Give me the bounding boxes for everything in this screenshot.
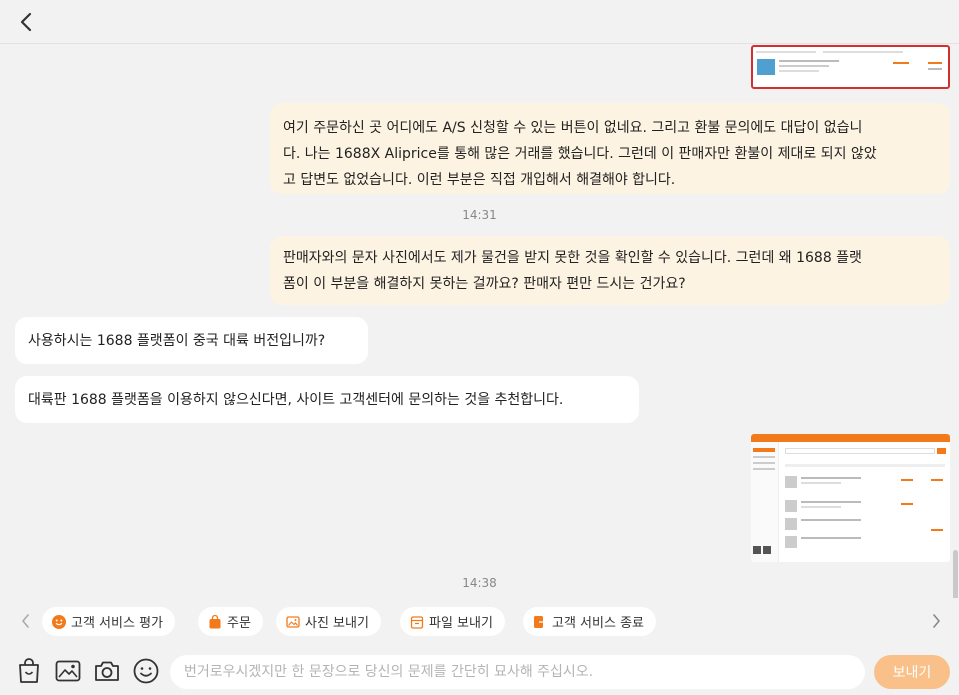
message-text-line: 다. 나는 1688X Aliprice를 통해 많은 거래를 했습니다. 그런…	[283, 146, 877, 162]
message-bubble-agent: 대륙판 1688 플랫폼을 이용하지 않으신다면, 사이트 고객센터에 문의하는…	[15, 376, 639, 423]
message-text-line: 사용하시는 1688 플랫폼이 중국 대륙 버전입니까?	[28, 333, 326, 349]
quick-action-label: 파일 보내기	[429, 616, 493, 631]
chat-messages[interactable]: 여기 주문하신 곳 어디에도 A/S 신청할 수 있는 버튼이 없네요. 그리고…	[0, 45, 959, 598]
message-image-order-screenshot[interactable]	[751, 45, 950, 89]
message-bubble-user: 판매자와의 문자 사진에서도 제가 물건을 받지 못한 것을 확인할 수 있습니…	[270, 236, 950, 305]
quick-action-label: 고객 서비스 평가	[71, 616, 163, 631]
quick-action-rate-service[interactable]: 고객 서비스 평가	[42, 607, 175, 636]
quick-actions-bar: 고객 서비스 평가 주문 사진 보내기 파일 보내기 고객 서비스 종료	[0, 598, 959, 644]
quick-action-label: 주문	[227, 616, 251, 631]
message-timestamp: 14:38	[462, 576, 497, 590]
quick-action-label: 사진 보내기	[305, 616, 369, 631]
order-tool-button[interactable]	[14, 656, 44, 686]
quick-action-order[interactable]: 주문	[198, 607, 263, 636]
send-button[interactable]: 보내기	[874, 655, 950, 689]
message-text-line: 고 답변도 없었습니다. 이런 부분은 직접 개입해서 해결해야 합니다.	[283, 172, 676, 188]
message-bubble-user: 여기 주문하신 곳 어디에도 A/S 신청할 수 있는 버튼이 없네요. 그리고…	[270, 103, 950, 194]
order-bag-icon	[19, 658, 39, 683]
message-input[interactable]	[170, 655, 865, 689]
camera-icon	[95, 661, 119, 681]
picture-icon	[55, 660, 81, 682]
scroll-left-button[interactable]	[16, 610, 36, 632]
scroll-right-button[interactable]	[926, 610, 946, 632]
composer-bar: 보내기	[0, 646, 959, 695]
exit-icon	[534, 615, 547, 628]
back-button[interactable]	[12, 8, 40, 36]
quick-action-end-service[interactable]: 고객 서비스 종료	[523, 607, 656, 636]
message-bubble-agent: 사용하시는 1688 플랫폼이 중국 대륙 버전입니까?	[15, 317, 368, 364]
quick-action-send-photo[interactable]: 사진 보내기	[276, 607, 381, 636]
picture-tool-button[interactable]	[53, 656, 83, 686]
chat-scrollbar[interactable]	[953, 550, 958, 598]
message-timestamp: 14:31	[462, 208, 497, 222]
message-text-line: 판매자와의 문자 사진에서도 제가 물건을 받지 못한 것을 확인할 수 있습니…	[283, 250, 862, 266]
chevron-left-icon	[20, 12, 32, 32]
file-icon	[410, 615, 424, 629]
emoji-icon	[133, 658, 159, 684]
message-text-line: 여기 주문하신 곳 어디에도 A/S 신청할 수 있는 버튼이 없네요. 그리고…	[283, 120, 863, 136]
shopping-bag-icon	[209, 614, 221, 628]
message-image-orders-page[interactable]	[751, 434, 950, 562]
chevron-left-icon	[22, 614, 29, 628]
message-text-line: 폼이 이 부분을 해결하지 못하는 걸까요? 판매자 편만 드시는 건가요?	[283, 276, 686, 292]
chat-header	[0, 0, 959, 44]
image-icon	[286, 615, 300, 628]
camera-tool-button[interactable]	[92, 656, 122, 686]
message-text-line: 대륙판 1688 플랫폼을 이용하지 않으신다면, 사이트 고객센터에 문의하는…	[28, 392, 564, 408]
emoji-tool-button[interactable]	[131, 656, 161, 686]
quick-action-send-file[interactable]: 파일 보내기	[400, 607, 505, 636]
smiley-icon	[52, 614, 66, 629]
chevron-right-icon	[933, 614, 940, 628]
quick-action-label: 고객 서비스 종료	[552, 616, 644, 631]
